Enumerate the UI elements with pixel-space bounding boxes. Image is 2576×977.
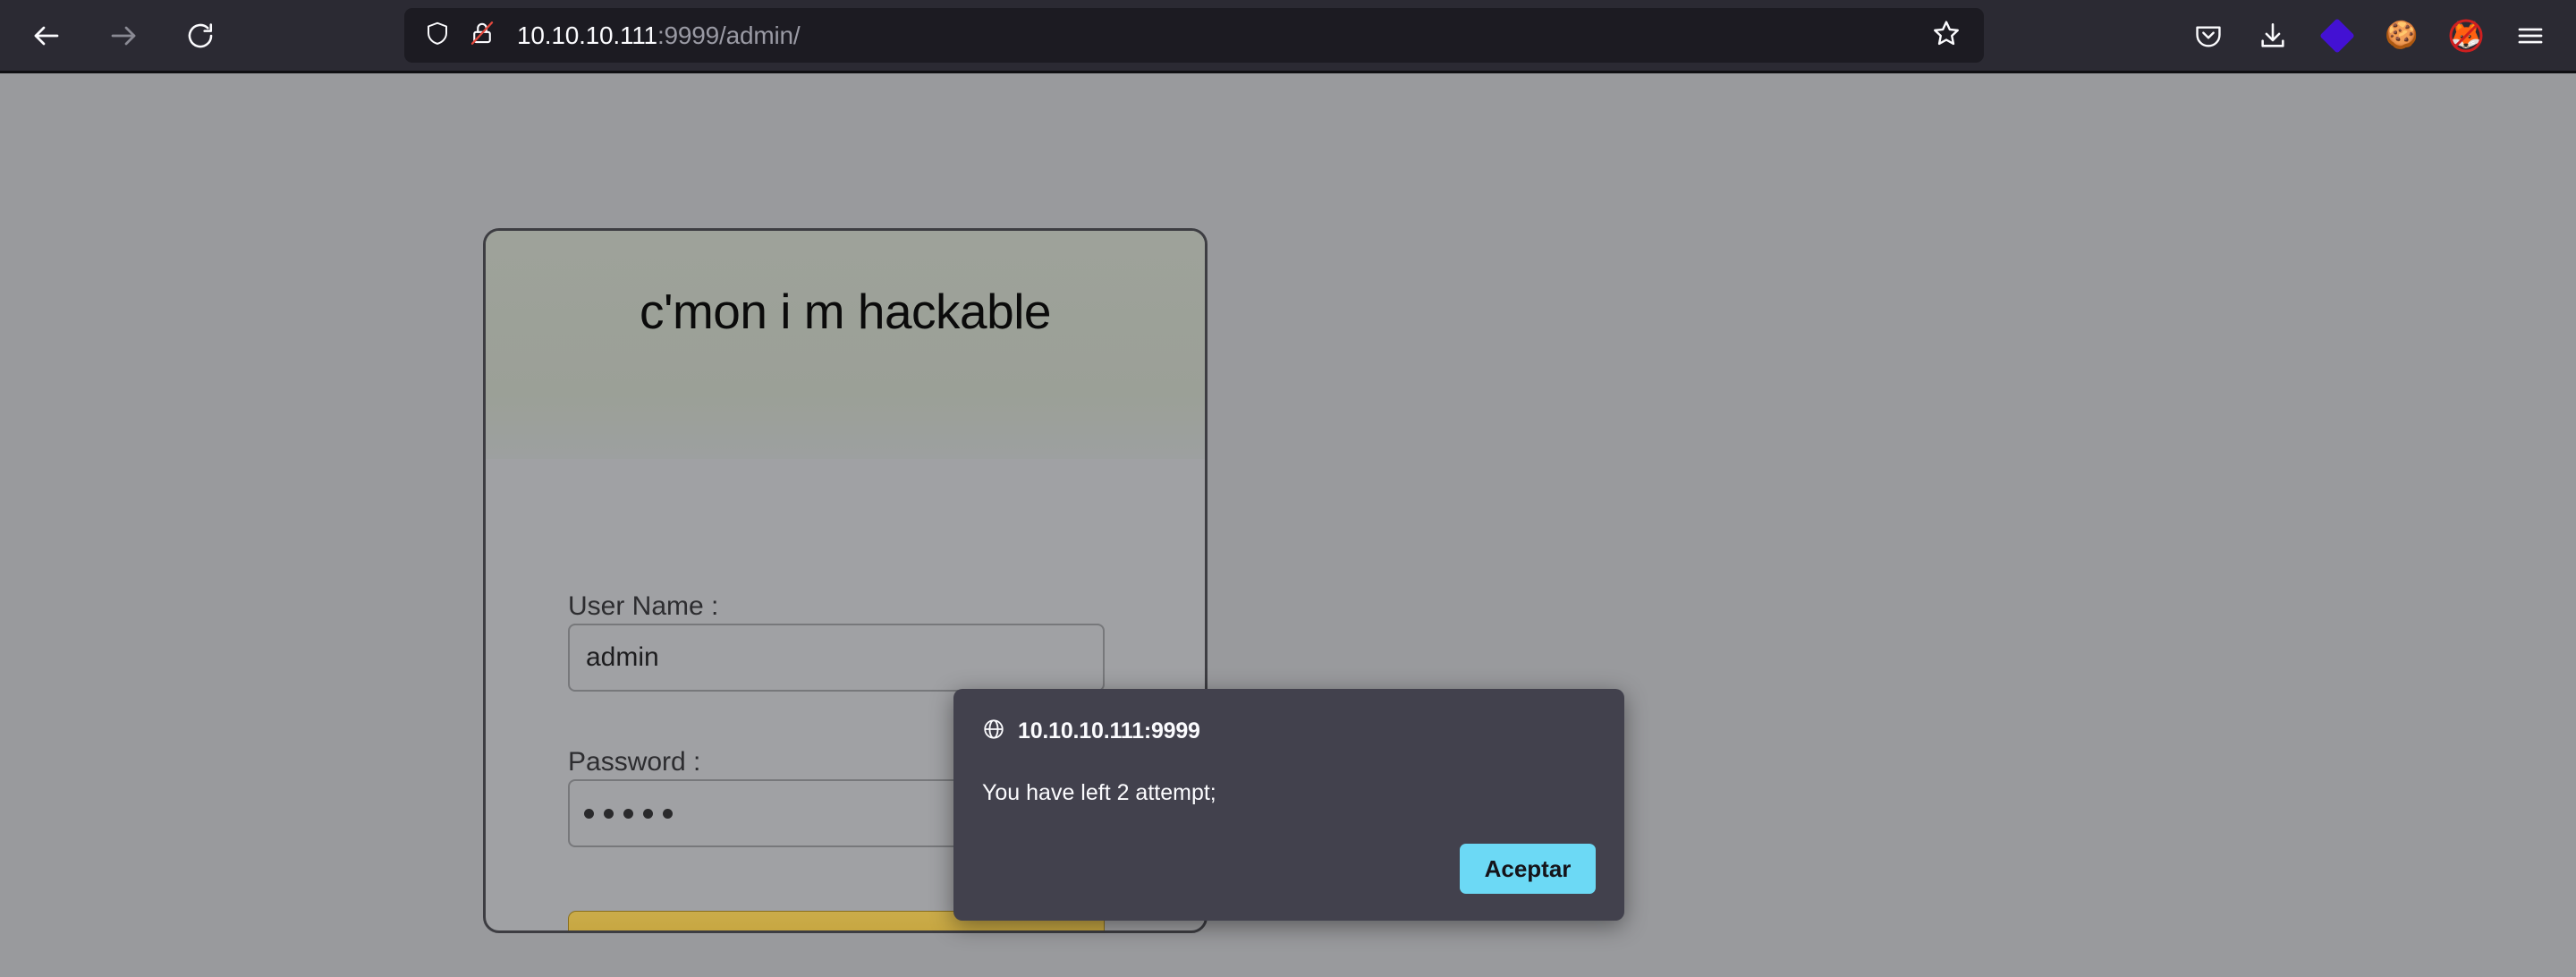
dialog-accept-button[interactable]: Aceptar <box>1460 844 1596 894</box>
lock-crossed-insecure-icon[interactable] <box>469 20 496 51</box>
back-button[interactable] <box>18 7 75 64</box>
username-label: User Name : <box>568 591 719 621</box>
navigation-buttons <box>18 7 229 64</box>
forward-arrow-icon <box>107 20 140 52</box>
purple-diamond-extension-icon[interactable] <box>2309 8 2365 64</box>
password-label: Password : <box>568 747 701 777</box>
cookie-icon[interactable]: 🍪 <box>2374 8 2429 64</box>
alert-dialog: 10.10.10.111:9999 You have left 2 attemp… <box>953 689 1624 921</box>
back-arrow-icon <box>30 20 63 52</box>
browser-toolbar: 10.10.10.111:9999/admin/ 🍪 <box>0 0 2576 71</box>
diamond-shape <box>2319 17 2355 54</box>
fox-blocked-wrapper: 🦊 <box>2448 18 2484 54</box>
dialog-message: You have left 2 attempt; <box>982 780 1216 805</box>
address-bar-identity-icons <box>424 20 496 51</box>
dialog-origin-row: 10.10.10.111:9999 <box>982 718 1200 745</box>
card-header-band <box>486 231 1205 459</box>
star-outline-icon <box>1931 18 1962 53</box>
hamburger-menu-icon[interactable] <box>2503 8 2558 64</box>
blocked-slash-icon <box>2449 19 2483 52</box>
url-path: :9999/admin/ <box>657 21 801 49</box>
page-content: c'mon i m hackable User Name : Password … <box>0 73 2576 977</box>
dialog-origin-text: 10.10.10.111:9999 <box>1018 718 1200 743</box>
fox-blocked-icon[interactable]: 🦊 <box>2438 8 2494 64</box>
reload-button[interactable] <box>172 7 229 64</box>
url-text[interactable]: 10.10.10.111:9999/admin/ <box>517 21 1921 50</box>
download-icon[interactable] <box>2245 8 2301 64</box>
address-bar[interactable]: 10.10.10.111:9999/admin/ <box>404 8 1984 63</box>
shield-icon[interactable] <box>424 20 451 51</box>
reload-icon <box>185 21 216 51</box>
pocket-icon[interactable] <box>2181 8 2236 64</box>
toolbar-right-icons: 🍪 🦊 <box>2181 0 2558 71</box>
url-host: 10.10.10.111 <box>517 21 657 49</box>
forward-button[interactable] <box>95 7 152 64</box>
bookmark-star-button[interactable] <box>1921 11 1971 61</box>
globe-icon <box>982 718 1005 745</box>
page-title: c'mon i m hackable <box>639 284 1052 339</box>
username-input[interactable] <box>568 624 1105 692</box>
cookie-glyph: 🍪 <box>2385 20 2419 50</box>
